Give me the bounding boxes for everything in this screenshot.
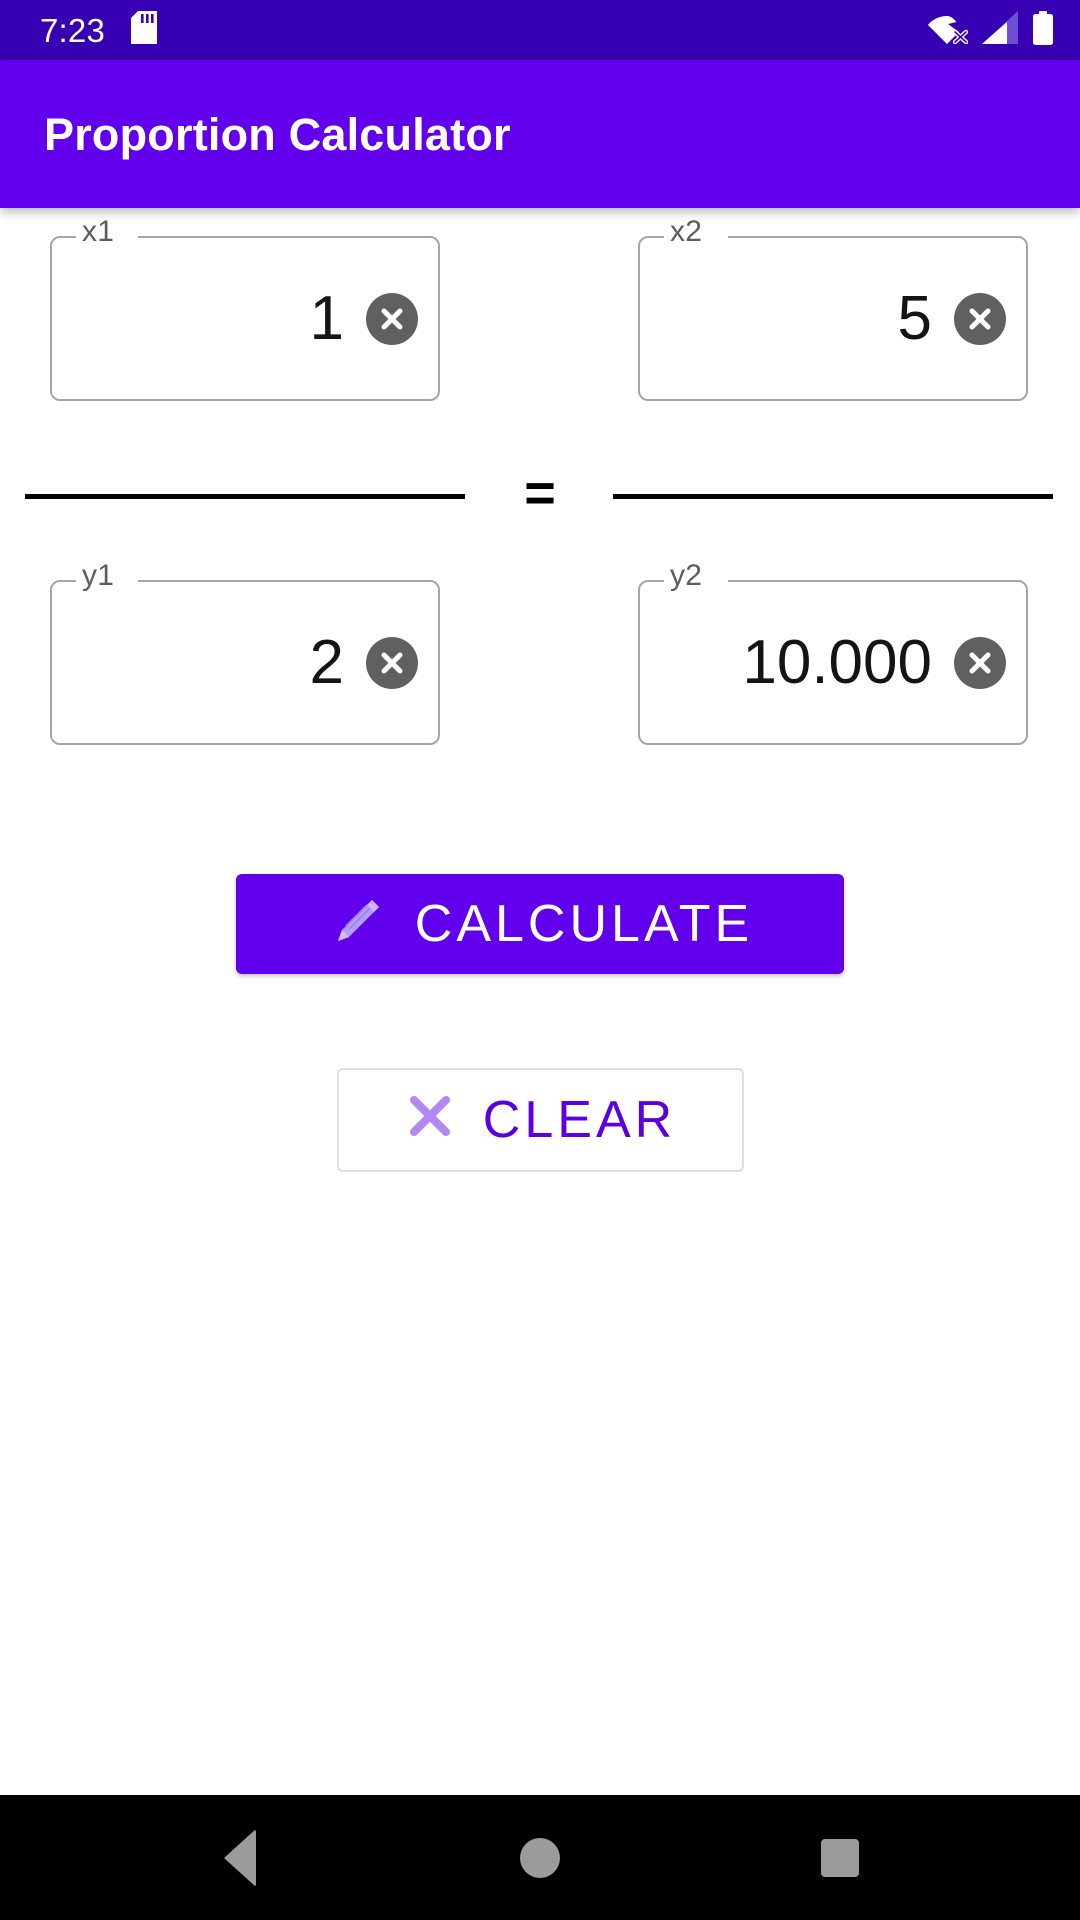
pencil-icon (327, 894, 385, 955)
sd-card-icon (131, 11, 158, 49)
field-y1-input[interactable]: 2 (72, 632, 366, 694)
field-y1-inner: 2 (50, 580, 440, 745)
status-bar-right (928, 10, 1054, 50)
equals-sign: = (524, 463, 556, 523)
phone-screen: 7:23 Proportion Calculator x1 1 x2 5 = y… (0, 0, 1080, 1920)
recents-square-icon (821, 1838, 859, 1877)
navigation-bar (0, 1795, 1080, 1920)
field-x2-input[interactable]: 5 (660, 288, 954, 350)
page-title: Proportion Calculator (44, 108, 511, 160)
clear-circle-icon-y1[interactable] (366, 636, 418, 689)
field-y2-input[interactable]: 10.000 (660, 632, 954, 694)
home-button[interactable] (480, 1795, 600, 1920)
cellular-signal-icon (982, 11, 1018, 49)
fraction-bar-right (613, 494, 1053, 499)
back-button[interactable] (180, 1795, 300, 1920)
field-x2-inner: 5 (638, 236, 1028, 401)
calculate-button[interactable]: CALCULATE (236, 874, 844, 974)
field-x1-input[interactable]: 1 (72, 288, 366, 350)
clear-button-label: CLEAR (482, 1091, 677, 1149)
field-x1-inner: 1 (50, 236, 440, 401)
home-circle-icon (520, 1837, 560, 1878)
battery-full-icon (1032, 10, 1054, 50)
status-bar-clock: 7:23 (40, 11, 106, 49)
cross-icon (405, 1091, 455, 1149)
calculate-button-label: CALCULATE (414, 895, 754, 953)
app-bar: Proportion Calculator (0, 60, 1080, 208)
clear-circle-icon-y2[interactable] (954, 636, 1006, 689)
recents-button[interactable] (780, 1795, 900, 1920)
wifi-off-icon (928, 11, 969, 49)
field-x2[interactable]: x2 5 (638, 217, 1028, 401)
main-content: x1 1 x2 5 = y1 2 y2 10.000 CALCULATE CLE… (0, 208, 1080, 1795)
field-y2[interactable]: y2 10.000 (638, 561, 1028, 745)
field-y1[interactable]: y1 2 (50, 561, 440, 745)
field-y2-inner: 10.000 (638, 580, 1028, 745)
back-triangle-icon (224, 1828, 256, 1887)
clear-circle-icon-x2[interactable] (954, 292, 1006, 345)
status-bar-left: 7:23 (40, 11, 158, 49)
clear-circle-icon-x1[interactable] (366, 292, 418, 345)
field-x1[interactable]: x1 1 (50, 217, 440, 401)
status-bar: 7:23 (0, 0, 1080, 60)
clear-button[interactable]: CLEAR (337, 1068, 744, 1172)
